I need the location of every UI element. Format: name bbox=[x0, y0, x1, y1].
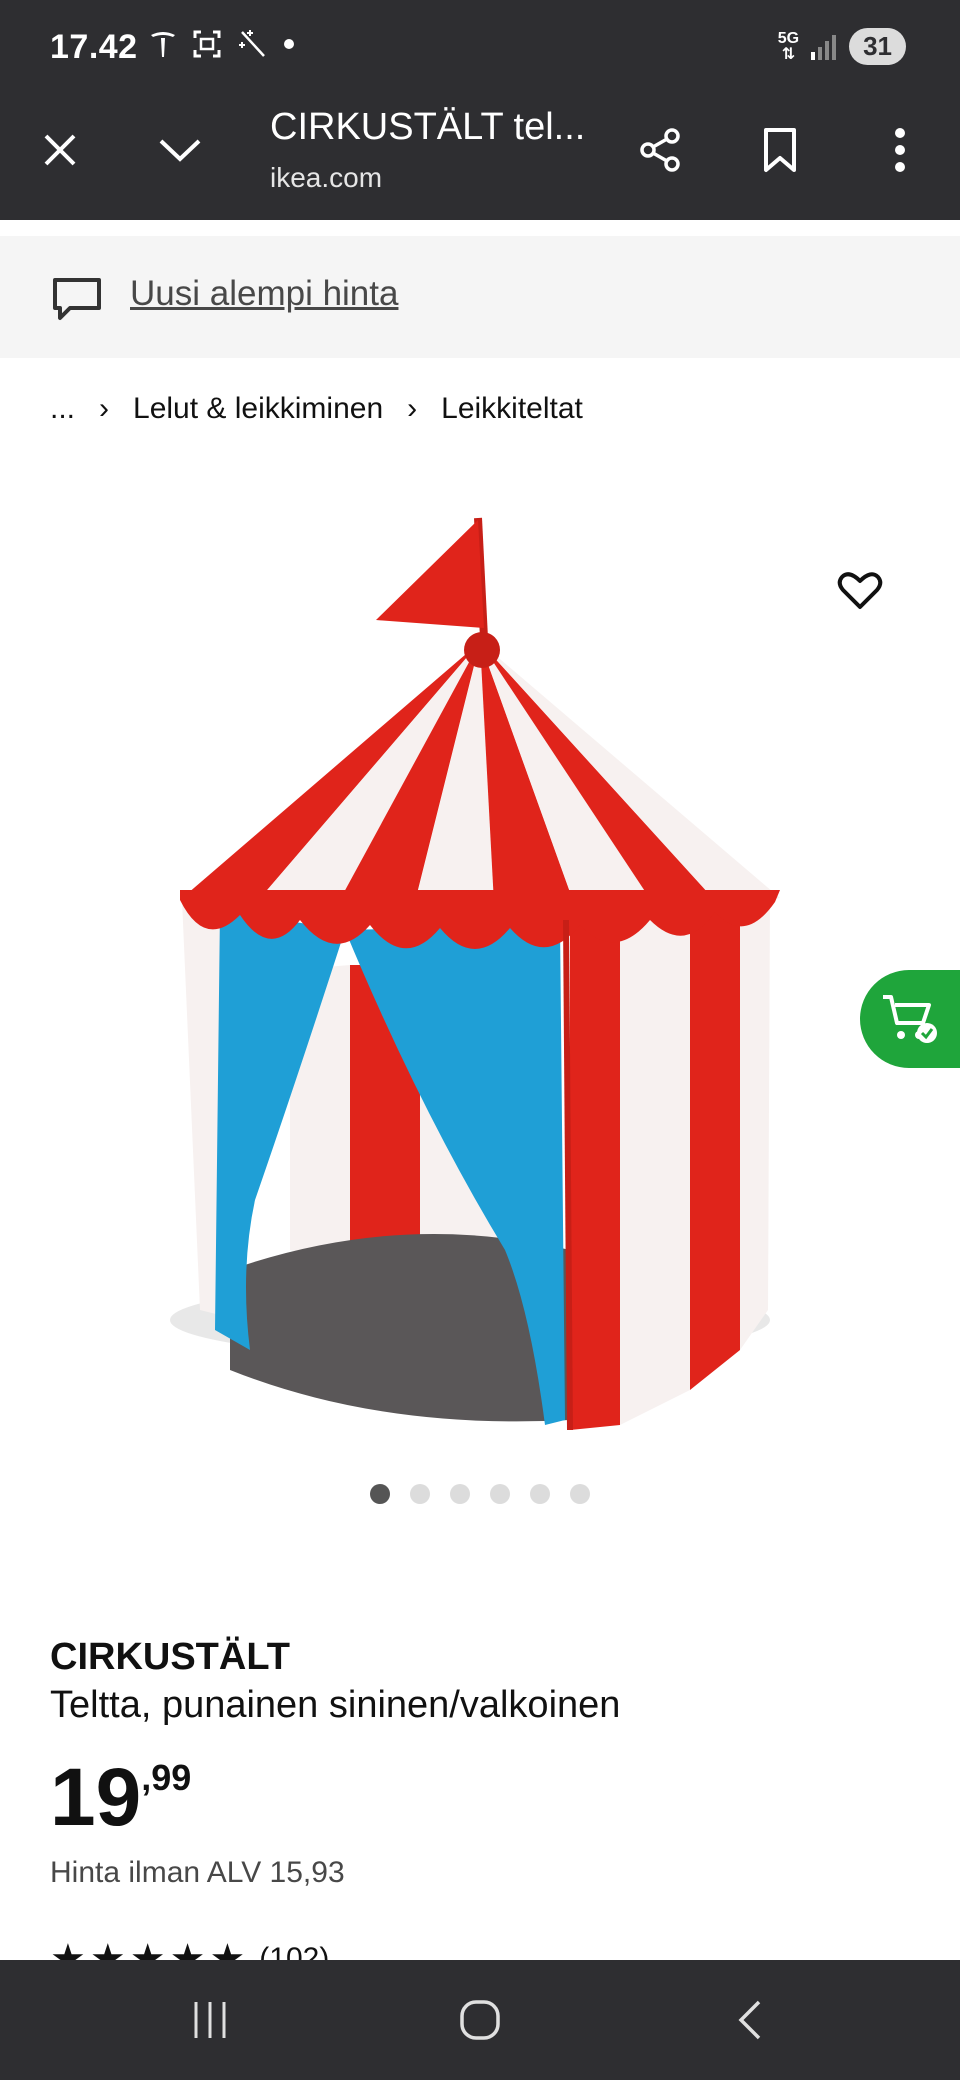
recent-apps-icon bbox=[194, 2002, 226, 2038]
recent-apps-button[interactable] bbox=[170, 1990, 250, 2050]
chevron-down-icon bbox=[159, 139, 201, 162]
breadcrumb-item-play-tents[interactable]: Leikkiteltat bbox=[441, 392, 583, 426]
carousel-dot[interactable] bbox=[370, 1484, 390, 1504]
battery-badge: 31 bbox=[849, 28, 906, 65]
minimize-button[interactable] bbox=[150, 120, 210, 180]
carousel-dot[interactable] bbox=[450, 1484, 470, 1504]
home-icon bbox=[460, 2000, 500, 2040]
banner-link[interactable]: Uusi alempi hinta bbox=[130, 274, 398, 314]
breadcrumb-ellipsis[interactable]: ... bbox=[50, 392, 75, 426]
breadcrumb-item-toys[interactable]: Lelut & leikkiminen bbox=[133, 392, 383, 426]
product-name: CIRKUSTÄLT bbox=[50, 1636, 290, 1678]
system-navigation-bar bbox=[0, 1960, 960, 2080]
favorite-button[interactable] bbox=[830, 560, 890, 620]
more-vertical-icon bbox=[895, 128, 905, 172]
status-time: 17.42 bbox=[50, 28, 138, 66]
home-button[interactable] bbox=[440, 1990, 520, 2050]
back-icon bbox=[738, 2000, 761, 2040]
price-integer: 19 bbox=[50, 1752, 142, 1843]
cart-check-icon bbox=[883, 995, 937, 1043]
tesla-icon bbox=[151, 32, 175, 57]
close-icon bbox=[44, 134, 76, 166]
close-button[interactable] bbox=[30, 120, 90, 180]
price-decimal: ,99 bbox=[141, 1757, 192, 1798]
browser-toolbar: CIRKUSTÄLT tel... ikea.com bbox=[0, 100, 960, 220]
breadcrumb: ... › Lelut & leikkiminen › Leikkiteltat bbox=[50, 392, 583, 426]
share-button[interactable] bbox=[630, 120, 690, 180]
signal-icon bbox=[811, 34, 837, 60]
price-without-vat: Hinta ilman ALV 15,93 bbox=[50, 1856, 345, 1889]
notification-dot-icon bbox=[284, 39, 294, 49]
carousel-dot[interactable] bbox=[530, 1484, 550, 1504]
product-image-tent bbox=[170, 517, 780, 1431]
status-right: 5G ⇅ 31 bbox=[778, 28, 906, 65]
bookmark-button[interactable] bbox=[750, 120, 810, 180]
more-options-button[interactable] bbox=[870, 120, 930, 180]
carousel-pagination bbox=[370, 1484, 590, 1504]
status-bar: 17.42 5G ⇅ 31 bbox=[0, 0, 960, 100]
network-5g-icon: 5G ⇅ bbox=[777, 29, 800, 63]
add-to-cart-fab[interactable] bbox=[860, 970, 960, 1068]
chevron-right-icon: › bbox=[99, 392, 110, 425]
chevron-right-icon: › bbox=[407, 392, 418, 425]
back-button[interactable] bbox=[710, 1990, 790, 2050]
heart-icon bbox=[837, 572, 883, 609]
lower-price-banner[interactable]: Uusi alempi hinta bbox=[0, 236, 960, 358]
magic-wand-icon bbox=[239, 30, 265, 57]
product-description: Teltta, punainen sininen/valkoinen bbox=[50, 1684, 621, 1726]
product-image-carousel[interactable] bbox=[0, 470, 960, 1460]
carousel-dot[interactable] bbox=[490, 1484, 510, 1504]
product-price: 19 ,99 bbox=[50, 1752, 191, 1844]
screenshot-icon bbox=[193, 30, 221, 58]
top-bar: 17.42 5G ⇅ 31 CIRKUSTÄLT tel... ikea.com bbox=[0, 0, 960, 220]
bookmark-icon bbox=[764, 128, 796, 172]
carousel-dot[interactable] bbox=[570, 1484, 590, 1504]
share-icon bbox=[640, 128, 680, 172]
carousel-dot[interactable] bbox=[410, 1484, 430, 1504]
status-icons bbox=[148, 28, 296, 60]
page-title: CIRKUSTÄLT tel... bbox=[270, 106, 586, 148]
page-domain: ikea.com bbox=[270, 162, 383, 193]
chat-bubble-icon bbox=[53, 278, 101, 320]
